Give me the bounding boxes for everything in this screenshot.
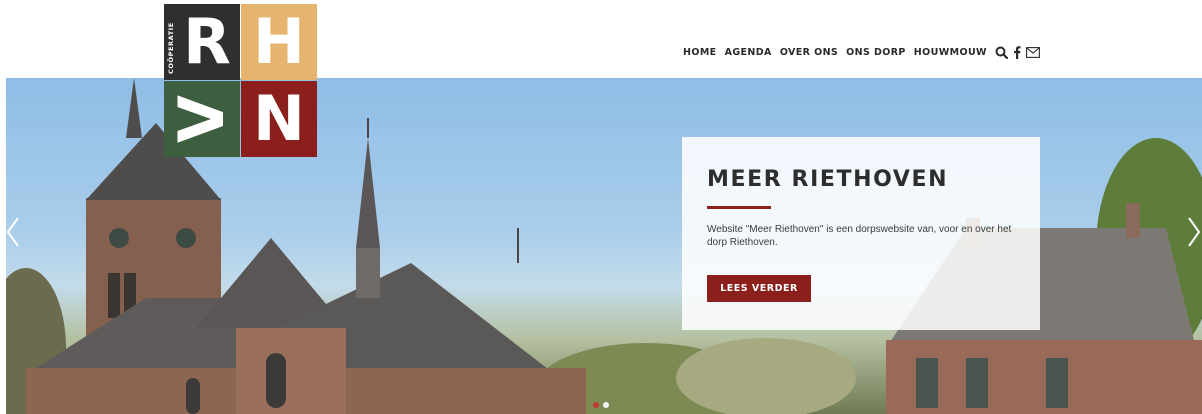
slider-prev-icon[interactable] <box>6 216 20 248</box>
logo-letter-h: H <box>253 5 305 78</box>
slider-next-icon[interactable] <box>1187 216 1201 248</box>
logo-tile-n: N <box>241 81 317 157</box>
logo-letter-v: V <box>164 95 238 143</box>
main-navigation: HOME AGENDA OVER ONS ONS DORP HOUWMOUW <box>683 44 1045 60</box>
logo-letter-r: R <box>183 5 231 78</box>
nav-agenda[interactable]: AGENDA <box>725 47 772 58</box>
read-more-button[interactable]: LEES VERDER <box>707 275 811 302</box>
hero-description: Website "Meer Riethoven" is een dorpsweb… <box>707 224 1012 248</box>
logo-side-text: COÖPERATIE <box>167 22 175 74</box>
logo-tile-h: H <box>241 4 317 80</box>
nav-home[interactable]: HOME <box>683 47 717 58</box>
logo-tile-v: V <box>164 81 240 157</box>
hero-info-card: MEER RIETHOVEN Website "Meer Riethoven" … <box>682 137 1040 330</box>
mail-icon[interactable] <box>1026 44 1040 60</box>
hero-title: MEER RIETHOVEN <box>707 167 949 192</box>
logo-letter-n: N <box>253 82 305 155</box>
nav-over-ons[interactable]: OVER ONS <box>780 47 838 58</box>
nav-houwmouw[interactable]: HOUWMOUW <box>914 47 987 58</box>
logo-tile-r: COÖPERATIE R <box>164 4 240 80</box>
facebook-icon[interactable] <box>1013 44 1021 60</box>
search-icon[interactable] <box>995 44 1008 60</box>
site-logo[interactable]: COÖPERATIE R H V N <box>164 4 317 157</box>
title-divider <box>707 206 771 209</box>
nav-ons-dorp[interactable]: ONS DORP <box>846 47 906 58</box>
slider-dot-1[interactable] <box>593 402 599 408</box>
slider-dot-2[interactable] <box>603 402 609 408</box>
slider-pagination <box>593 402 613 408</box>
